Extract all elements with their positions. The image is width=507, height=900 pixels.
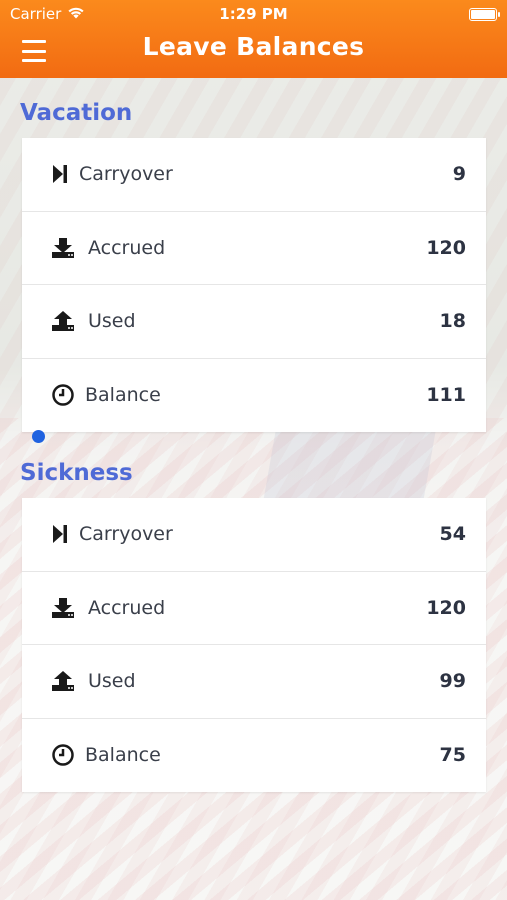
skip-forward-icon <box>50 161 70 187</box>
page-title: Leave Balances <box>142 32 365 61</box>
status-time: 1:29 PM <box>219 5 288 23</box>
section-title-vacation: Vacation <box>20 100 133 126</box>
row-value: 75 <box>439 744 466 767</box>
carrier-label: Carrier <box>10 5 62 23</box>
vacation-row-accrued: Accrued 120 <box>22 212 486 285</box>
sickness-row-accrued: Accrued 120 <box>22 572 486 645</box>
vacation-row-used: Used 18 <box>22 285 486 359</box>
row-label: Used <box>88 310 136 333</box>
row-label: Accrued <box>88 236 166 259</box>
row-label: Used <box>88 670 136 693</box>
page-indicator-dot <box>32 430 45 443</box>
row-value: 9 <box>452 163 466 186</box>
vacation-card: Carryover 9 Accrued 120 Used 18 Balance … <box>22 138 486 432</box>
row-value: 54 <box>439 523 466 546</box>
vacation-row-balance: Balance 111 <box>22 359 486 433</box>
row-value: 120 <box>426 596 466 619</box>
download-icon <box>50 595 76 621</box>
section-title-sickness: Sickness <box>20 460 133 486</box>
row-value: 120 <box>426 236 466 259</box>
row-value: 99 <box>439 670 466 693</box>
row-label: Balance <box>85 744 161 767</box>
row-label: Accrued <box>88 596 166 619</box>
clock-icon <box>50 382 76 408</box>
row-label: Balance <box>85 384 161 407</box>
sickness-row-balance: Balance 75 <box>22 719 486 793</box>
sickness-card: Carryover 54 Accrued 120 Used 99 Balance… <box>22 498 486 792</box>
row-value: 111 <box>426 384 466 407</box>
wifi-icon <box>67 5 85 23</box>
row-label: Carryover <box>79 523 173 546</box>
clock-icon <box>50 742 76 768</box>
download-icon <box>50 235 76 261</box>
sickness-row-carryover: Carryover 54 <box>22 498 486 572</box>
row-label: Carryover <box>79 163 173 186</box>
sickness-row-used: Used 99 <box>22 645 486 719</box>
status-bar: Carrier 1:29 PM <box>0 0 507 28</box>
battery-icon <box>469 7 500 21</box>
upload-icon <box>50 308 76 334</box>
skip-forward-icon <box>50 521 70 547</box>
upload-icon <box>50 668 76 694</box>
vacation-row-carryover: Carryover 9 <box>22 138 486 212</box>
row-value: 18 <box>439 310 466 333</box>
